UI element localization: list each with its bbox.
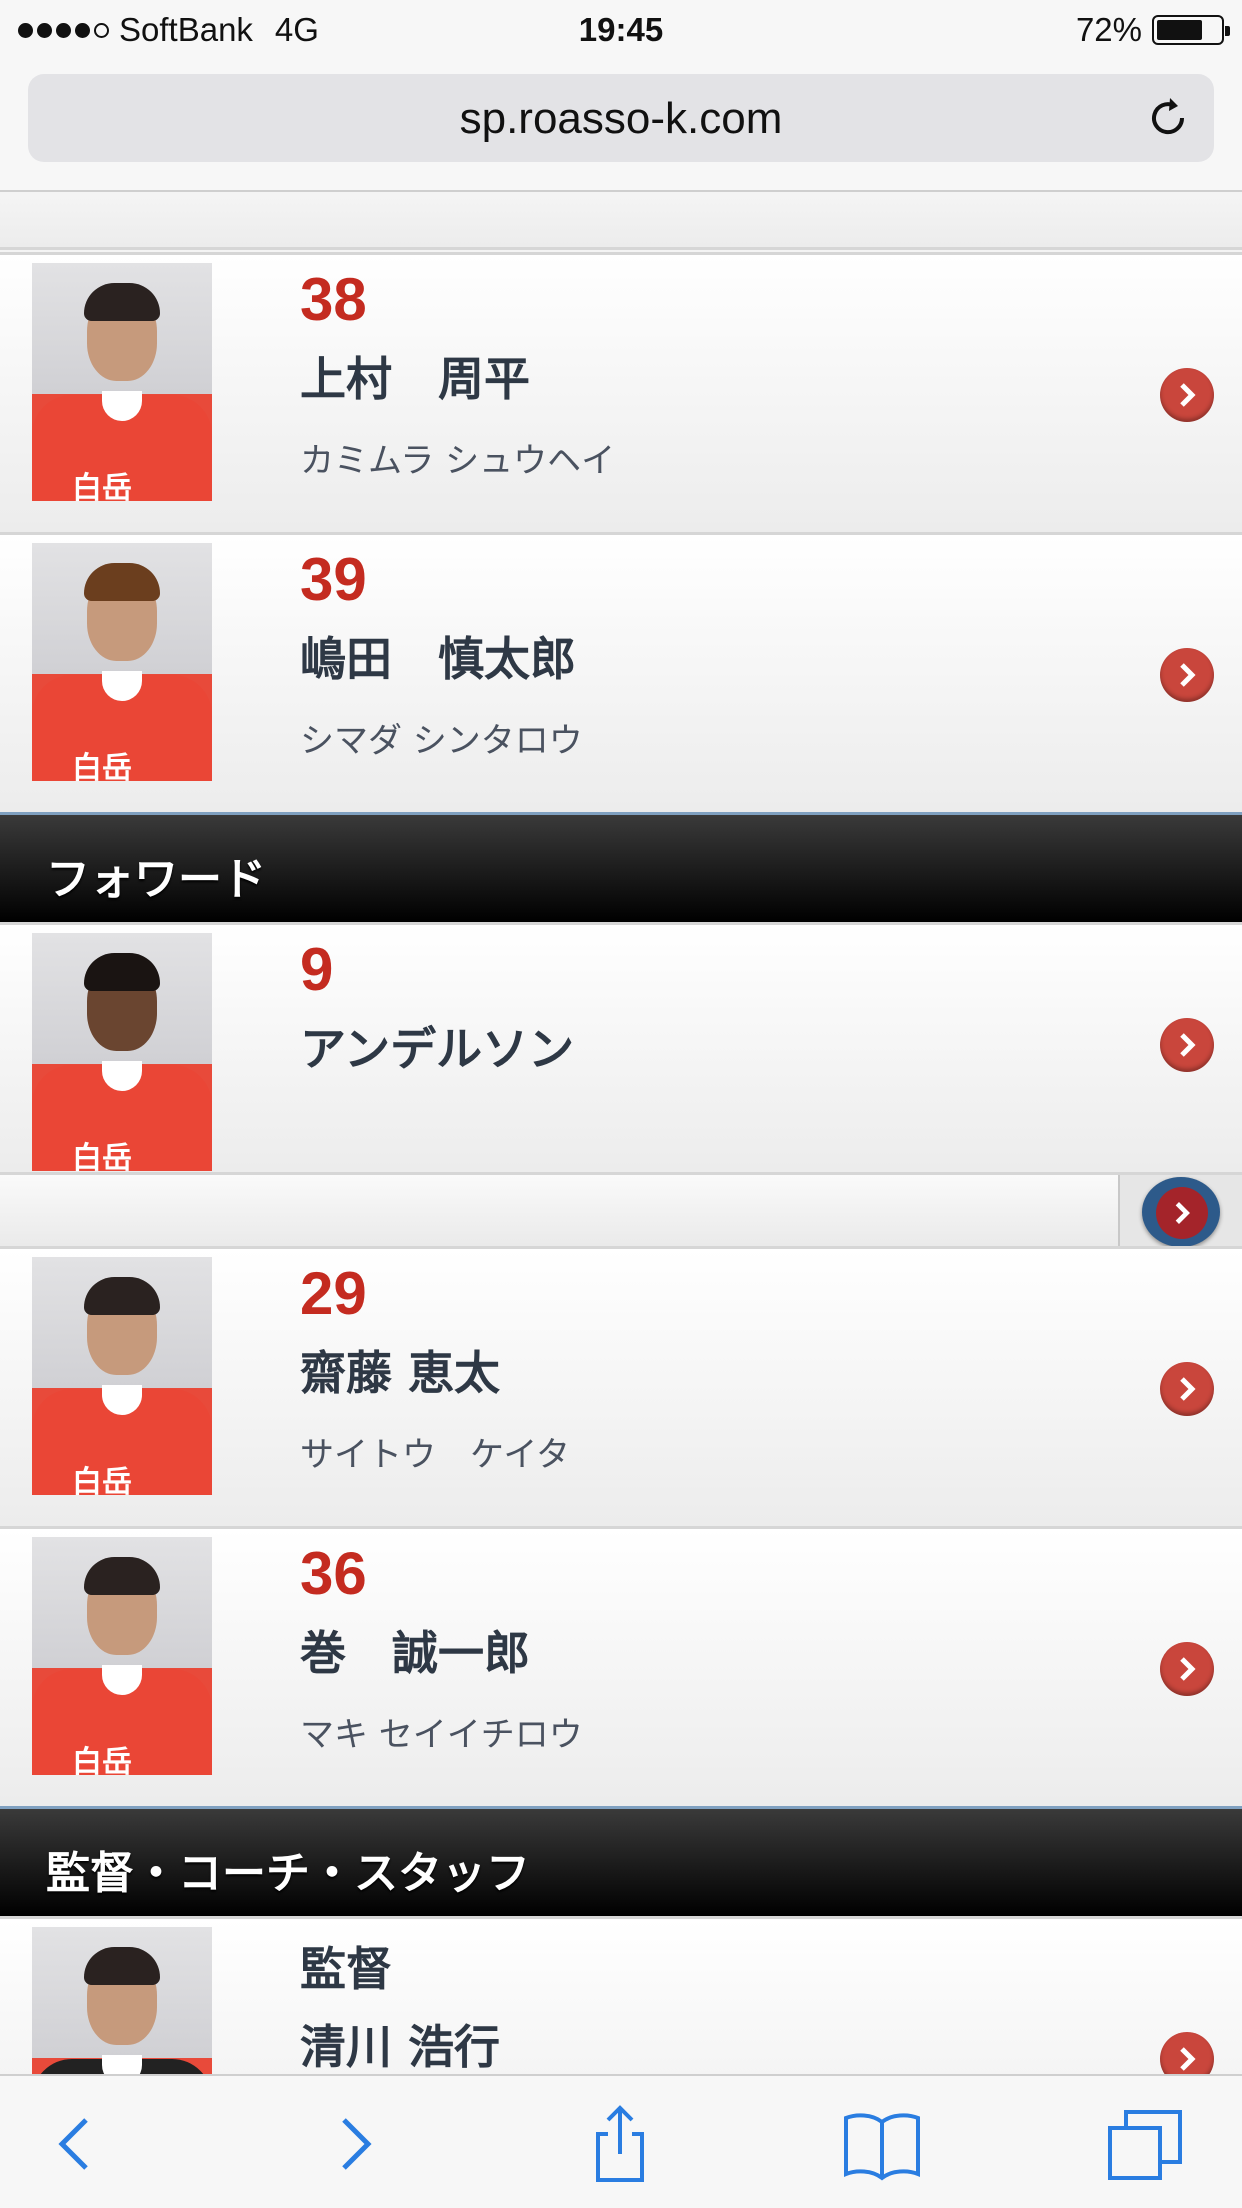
section-header-staff: 監督・コーチ・スタッフ	[0, 1806, 1242, 1916]
player-name: アンデルソン	[300, 1022, 575, 1076]
player-number: 38	[300, 266, 367, 333]
player-kana: サイトウ ケイタ	[300, 1435, 570, 1475]
section-title: 監督・コーチ・スタッフ	[46, 1848, 530, 1899]
staff-row-head-coach[interactable]: 監督 清川 浩行	[0, 1916, 1242, 2074]
player-name: 巻 誠一郎	[300, 1626, 530, 1680]
player-photo: 白岳	[32, 263, 212, 501]
roster-list: 白岳 白岳 38 上村 周平 カミムラ シュウヘイ 白岳 39 嶋田 慎太郎 シ…	[0, 192, 1242, 2074]
player-kana: シマダ シンタロウ	[300, 721, 583, 761]
list-item[interactable]: 白岳	[0, 192, 1242, 250]
url-text[interactable]: sp.roasso-k.com	[28, 94, 1214, 144]
section-title: フォワード	[46, 854, 266, 905]
player-number: 36	[300, 1540, 367, 1607]
player-photo: 白岳	[32, 1537, 212, 1775]
player-name: 上村 周平	[300, 352, 530, 406]
player-kana: カミムラ シュウヘイ	[300, 441, 616, 481]
player-name: 齋藤 恵太	[300, 1346, 501, 1400]
player-row-29[interactable]: 白岳 29 齋藤 恵太 サイトウ ケイタ	[0, 1246, 1242, 1526]
browser-toolbar	[0, 2074, 1242, 2208]
clock: 19:45	[578, 11, 664, 48]
battery-icon	[1152, 15, 1230, 45]
chevron-right-icon[interactable]	[1160, 1362, 1214, 1416]
chevron-right-icon[interactable]	[1160, 2032, 1214, 2074]
chevron-right-icon[interactable]	[1160, 368, 1214, 422]
player-photo: 白岳	[32, 543, 212, 781]
player-number: 39	[300, 546, 367, 613]
player-kana: マキ セイイチロウ	[300, 1715, 583, 1755]
share-icon[interactable]	[580, 2104, 660, 2184]
floating-nav-button[interactable]	[1118, 1175, 1242, 1249]
chevron-right-icon[interactable]	[1160, 648, 1214, 702]
staff-photo	[32, 1927, 212, 2074]
player-number: 29	[300, 1260, 367, 1327]
player-row-38[interactable]: 白岳 38 上村 周平 カミムラ シュウヘイ	[0, 252, 1242, 532]
chevron-right-icon	[1175, 1202, 1190, 1224]
player-photo: 白岳	[32, 933, 212, 1171]
address-bar[interactable]: sp.roasso-k.com	[28, 74, 1214, 162]
bookmarks-icon[interactable]	[842, 2104, 922, 2184]
chevron-right-icon[interactable]	[1160, 1642, 1214, 1696]
status-bar: SoftBank 4G 19:45 72%	[0, 0, 1242, 62]
player-photo: 白岳	[32, 1257, 212, 1495]
forward-icon[interactable]	[312, 2104, 392, 2184]
battery-percent: 72%	[1075, 11, 1142, 48]
section-header-forward: フォワード	[0, 812, 1242, 922]
list-spacer	[0, 1172, 1242, 1249]
chevron-right-icon[interactable]	[1160, 1018, 1214, 1072]
reload-icon[interactable]	[1144, 94, 1192, 142]
browser-address-area: sp.roasso-k.com	[0, 62, 1242, 192]
tabs-icon[interactable]	[1106, 2104, 1186, 2184]
player-row-39[interactable]: 白岳 39 嶋田 慎太郎 シマダ シンタロウ	[0, 532, 1242, 812]
staff-role: 監督	[300, 1942, 392, 1996]
back-icon[interactable]	[38, 2104, 118, 2184]
staff-name: 清川 浩行	[300, 2020, 501, 2074]
player-row-36[interactable]: 白岳 36 巻 誠一郎 マキ セイイチロウ	[0, 1526, 1242, 1806]
player-name: 嶋田 慎太郎	[300, 632, 576, 686]
player-number: 9	[300, 936, 334, 1003]
player-row-9[interactable]: 白岳 9 アンデルソン	[0, 922, 1242, 1172]
